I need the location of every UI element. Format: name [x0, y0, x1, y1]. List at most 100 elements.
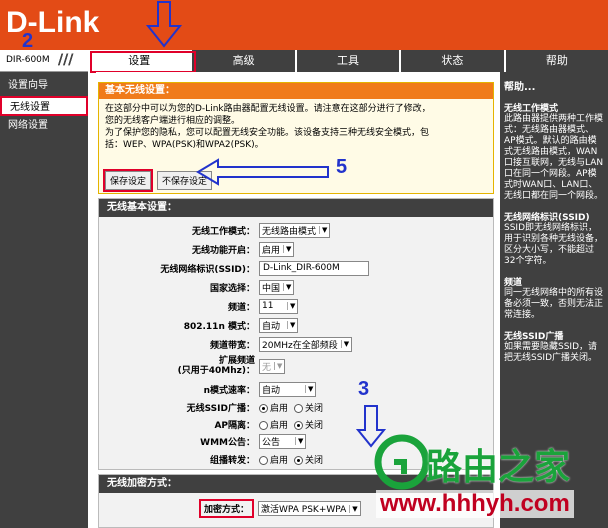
setup-tab-highlight: [90, 51, 196, 73]
chevron-down-icon: ▼: [287, 302, 295, 310]
chevron-down-icon: ▼: [274, 362, 282, 370]
bandwidth-select[interactable]: 20MHz在全部频段 ▼: [259, 336, 353, 352]
help-text: 同一无线网络中的所有设备必须一致，否则无法正常连接。: [504, 288, 604, 320]
field-label: 无线功能开启：: [191, 245, 255, 256]
field-label: n模式速率：: [203, 385, 255, 396]
ssid-input[interactable]: [259, 260, 369, 276]
encryption-label: 加密方式：: [199, 499, 255, 518]
radio-button[interactable]: [259, 403, 268, 413]
radio-disable[interactable]: 关闭: [294, 418, 323, 431]
annotation-2: 2: [22, 30, 34, 52]
n-mode-select[interactable]: 自动 ▼: [259, 317, 299, 333]
help-title: 无线工作模式: [504, 104, 559, 114]
help-text: SSID即无线网络标识，用于识别各种无线设备，区分大小写，不能超过32个字符。: [504, 223, 604, 266]
section-title: 无线基本设置：: [99, 199, 493, 217]
model-bar: DIR-600M ///: [0, 50, 88, 72]
n-rate-select[interactable]: 自动 ▼: [259, 381, 317, 397]
country-select[interactable]: 中国 ▼: [259, 279, 295, 295]
field-label: 扩展频道 (只用于40Mhz)：: [177, 356, 255, 376]
intro-title: 基本无线设置：: [99, 83, 493, 99]
chevron-down-icon: ▼: [340, 340, 349, 348]
sidebar-item-wizard[interactable]: 设置向导: [0, 76, 88, 96]
sidebar-item-wireless[interactable]: 无线设置: [0, 96, 88, 116]
sidebar-item-network[interactable]: 网络设置: [0, 116, 88, 136]
sidebar: 设置向导 无线设置 网络设置: [0, 72, 88, 528]
down-arrow-annotation-icon: [145, 1, 183, 48]
form-row-channel: 频道： 11 ▼: [99, 297, 299, 315]
intro-line: 您的无线客户端进行相应的调整。: [105, 116, 241, 126]
field-label: 无线网络标识(SSID)：: [160, 264, 255, 275]
ext-channel-select[interactable]: 无 ▼: [259, 358, 286, 374]
radio-button[interactable]: [259, 420, 268, 430]
form-row-mode: 无线工作模式： 无线路由模式 ▼: [99, 221, 331, 239]
chevron-down-icon: ▼: [305, 385, 313, 393]
radio-disable[interactable]: 关闭: [294, 453, 323, 466]
annotation-5: 5: [336, 156, 348, 178]
field-label: 无线SSID广播：: [186, 403, 255, 414]
annotation-3: 3: [358, 378, 370, 400]
form-row-multicast: 组播转发： 启用 关闭: [99, 450, 323, 468]
help-heading: 帮助...: [504, 82, 536, 93]
radio-button[interactable]: [294, 420, 304, 430]
model-name: DIR-600M: [6, 55, 50, 65]
chevron-down-icon: ▼: [283, 245, 291, 253]
help-text: 此路由器提供两种工作模式：无线路由器模式、AP模式。默认的路由模式无线路由模式，…: [504, 114, 604, 201]
radio-enable[interactable]: 启用: [259, 401, 288, 414]
encryption-select[interactable]: 激活WPA PSK+WPA ▼: [258, 501, 361, 516]
field-label: AP隔离：: [214, 420, 255, 431]
radio-enable[interactable]: 启用: [259, 418, 288, 431]
form-row-enable: 无线功能开启： 启用 ▼: [99, 240, 295, 258]
watermark: 路由之家 www.hhhyh.com: [372, 430, 608, 528]
tab-help[interactable]: 帮助: [506, 50, 608, 72]
divider-slashes-icon: ///: [58, 52, 74, 68]
save-settings-button[interactable]: 保存设定: [102, 169, 154, 192]
field-label: 无线工作模式：: [191, 226, 255, 237]
help-title: 频道: [504, 278, 523, 288]
wireless-mode-select[interactable]: 无线路由模式 ▼: [259, 222, 331, 238]
field-label: 国家选择：: [209, 283, 255, 294]
left-arrow-annotation-icon: [196, 158, 329, 186]
radio-disable[interactable]: 关闭: [294, 401, 323, 414]
radio-enable[interactable]: 启用: [259, 453, 288, 466]
radio-button[interactable]: [294, 455, 304, 465]
radio-button[interactable]: [259, 455, 268, 465]
form-row-ssid-broadcast: 无线SSID广播： 启用 关闭: [99, 398, 323, 416]
watermark-text: 路由之家: [426, 447, 571, 488]
intro-line: 括：WEP、WPA(PSK)和WPA2(PSK)。: [105, 140, 264, 150]
help-title: 无线SSID广播: [504, 332, 564, 342]
multicast-radios: 启用 关闭: [259, 453, 323, 466]
ap-isolation-radios: 启用 关闭: [259, 418, 323, 431]
header-bar: D-Link: [0, 0, 608, 50]
tab-advanced[interactable]: 高级: [192, 50, 297, 72]
channel-select[interactable]: 11 ▼: [259, 298, 299, 314]
field-label: 频道带宽：: [209, 340, 255, 351]
chevron-down-icon: ▼: [287, 321, 295, 329]
field-label: 组播转发：: [209, 455, 255, 466]
ssid-broadcast-radios: 启用 关闭: [259, 401, 323, 414]
form-row-wmm: WMM公告： 公告 ▼: [99, 432, 307, 450]
watermark-url: www.hhhyh.com: [376, 490, 574, 518]
wireless-enable-select[interactable]: 启用 ▼: [259, 241, 295, 257]
chevron-down-icon: ▼: [319, 226, 327, 234]
chevron-down-icon: ▼: [283, 283, 291, 291]
form-row-nmode: 802.11n 模式： 自动 ▼: [99, 316, 299, 334]
intro-line: 在这部分中可以为您的D-Link路由器配置无线设置。请注意在这部分进行了修改，: [105, 104, 431, 114]
form-row-country: 国家选择： 中国 ▼: [99, 278, 295, 296]
intro-text: 在这部分中可以为您的D-Link路由器配置无线设置。请注意在这部分进行了修改， …: [99, 99, 493, 155]
chevron-down-icon: ▼: [349, 504, 358, 513]
form-row-ap-isolation: AP隔离： 启用 关闭: [99, 415, 323, 433]
chevron-down-icon: ▼: [295, 437, 303, 445]
field-label: 802.11n 模式：: [183, 321, 255, 332]
intro-line: 为了保护您的隐私，您可以配置无线安全功能。该设备支持三种无线安全模式，包: [105, 128, 430, 138]
encryption-row: 加密方式： 激活WPA PSK+WPA ▼: [199, 499, 361, 518]
help-text: 如果需要隐藏SSID，请把无线SSID广播关闭。: [504, 342, 598, 363]
watermark-logo-icon: [374, 434, 430, 490]
field-label: 频道：: [227, 302, 255, 313]
tab-tools[interactable]: 工具: [297, 50, 402, 72]
radio-button[interactable]: [294, 403, 304, 413]
form-row-ext-channel: 扩展频道 (只用于40Mhz)： 无 ▼: [99, 354, 286, 378]
wmm-select[interactable]: 公告 ▼: [259, 433, 307, 449]
form-row-bandwidth: 频道带宽： 20MHz在全部频段 ▼: [99, 335, 353, 353]
tab-status[interactable]: 状态: [401, 50, 506, 72]
form-row-rate: n模式速率： 自动 ▼: [99, 380, 317, 398]
